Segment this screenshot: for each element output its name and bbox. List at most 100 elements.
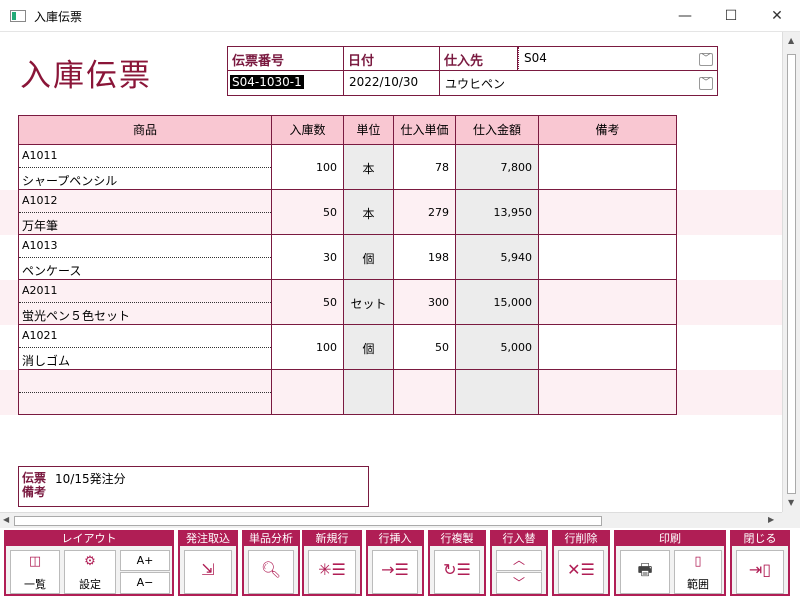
copy-row-icon: ↻☰ xyxy=(443,560,471,579)
amount-cell[interactable]: 13,950 xyxy=(456,190,539,235)
print-button[interactable]: 🖶 xyxy=(620,550,670,594)
new-row-button[interactable]: ✳☰ xyxy=(308,550,356,594)
table-row[interactable]: A1021 消しゴム 100 個 50 5,000 xyxy=(0,325,782,370)
minimize-button[interactable]: — xyxy=(662,0,708,32)
qty-cell[interactable]: 50 xyxy=(272,190,344,235)
price-cell[interactable]: 78 xyxy=(394,145,456,190)
horizontal-scrollbar[interactable]: ◀ ▶ xyxy=(0,512,782,528)
note-cell[interactable] xyxy=(539,235,677,280)
supplier-label: 仕入先 xyxy=(444,54,484,69)
price-cell[interactable]: 279 xyxy=(394,190,456,235)
qty-cell[interactable]: 100 xyxy=(272,145,344,190)
item-cell[interactable]: A1021 消しゴム xyxy=(18,325,272,370)
move-row-down-button[interactable]: ﹀ xyxy=(496,572,542,594)
new-row-icon: ✳☰ xyxy=(318,560,346,579)
item-name: 消しゴム xyxy=(22,354,71,368)
list-button[interactable]: ◫ 一覧 xyxy=(10,550,60,594)
supplier-label-cell: 仕入先 xyxy=(440,47,518,71)
print-range-button[interactable]: ▯ 範囲 xyxy=(674,550,722,594)
col-header-amount: 仕入金額 xyxy=(456,115,539,145)
amount-cell[interactable] xyxy=(456,370,539,415)
supplier-code-field[interactable]: S04 ﹀ xyxy=(518,47,717,71)
qty-value: 50 xyxy=(323,296,337,309)
copy-row-group: 行複製 ↻☰ xyxy=(428,530,486,596)
chevron-down-icon[interactable]: ﹀ xyxy=(699,53,713,66)
scroll-down-icon[interactable]: ▼ xyxy=(788,498,794,507)
horizontal-scroll-thumb[interactable] xyxy=(14,516,602,526)
qty-cell[interactable]: 50 xyxy=(272,280,344,325)
order-import-title: 発注取込 xyxy=(180,532,236,546)
note-cell[interactable] xyxy=(539,145,677,190)
copy-row-button[interactable]: ↻☰ xyxy=(434,550,480,594)
font-up-label: A+ xyxy=(136,554,154,567)
close-form-button[interactable]: ⇥▯ xyxy=(736,550,784,594)
settings-button[interactable]: ⚙ 設定 xyxy=(64,550,116,594)
print-range-label: 範囲 xyxy=(687,578,709,591)
divider xyxy=(19,167,271,168)
price-cell[interactable]: 50 xyxy=(394,325,456,370)
scroll-left-icon[interactable]: ◀ xyxy=(3,515,9,524)
table-row[interactable]: A1011 シャープペンシル 100 本 78 7,800 xyxy=(0,145,782,190)
insert-row-button[interactable]: →☰ xyxy=(372,550,418,594)
qty-cell[interactable] xyxy=(272,370,344,415)
table-row[interactable]: A1012 万年筆 50 本 279 13,950 xyxy=(0,190,782,235)
chevron-down-icon[interactable]: ﹀ xyxy=(699,77,713,90)
amount-cell[interactable]: 7,800 xyxy=(456,145,539,190)
table-row[interactable] xyxy=(0,370,782,415)
new-row-title: 新規行 xyxy=(304,532,360,546)
gear-icon: ⚙ xyxy=(84,554,96,569)
close-button[interactable]: ✕ xyxy=(754,0,800,32)
item-analysis-button[interactable]: 🔍︎ xyxy=(248,550,294,594)
col-header-item: 商品 xyxy=(18,115,272,145)
order-import-button[interactable]: ⇲ xyxy=(184,550,232,594)
move-row-up-button[interactable]: ︿ xyxy=(496,550,542,571)
amount-cell[interactable]: 5,940 xyxy=(456,235,539,280)
layout-group-title: レイアウト xyxy=(6,532,172,546)
slip-no-field[interactable]: S04-1030-1 xyxy=(228,71,344,96)
unit-cell[interactable]: 本 xyxy=(344,145,394,190)
unit-cell[interactable] xyxy=(344,370,394,415)
maximize-button[interactable]: ☐ xyxy=(708,0,754,32)
date-field[interactable]: 2022/10/30 xyxy=(344,71,440,96)
delete-row-button[interactable]: ✕☰ xyxy=(558,550,604,594)
note-cell[interactable] xyxy=(539,190,677,235)
price-cell[interactable]: 198 xyxy=(394,235,456,280)
vertical-scroll-thumb[interactable] xyxy=(787,54,796,494)
unit-value: 個 xyxy=(362,342,375,356)
amount-cell[interactable]: 5,000 xyxy=(456,325,539,370)
qty-cell[interactable]: 100 xyxy=(272,325,344,370)
divider xyxy=(19,347,271,348)
divider xyxy=(19,212,271,213)
price-cell[interactable]: 300 xyxy=(394,280,456,325)
note-cell[interactable] xyxy=(539,325,677,370)
qty-cell[interactable]: 30 xyxy=(272,235,344,280)
qty-value: 50 xyxy=(323,206,337,219)
item-cell[interactable]: A1012 万年筆 xyxy=(18,190,272,235)
item-cell[interactable]: A1013 ペンケース xyxy=(18,235,272,280)
scroll-right-icon[interactable]: ▶ xyxy=(768,515,774,524)
slip-no-value: S04-1030-1 xyxy=(230,75,304,89)
item-cell[interactable] xyxy=(18,370,272,415)
supplier-name-field[interactable]: ユウヒペン ﹀ xyxy=(440,71,717,96)
amount-cell[interactable]: 15,000 xyxy=(456,280,539,325)
note-cell[interactable] xyxy=(539,280,677,325)
scroll-up-icon[interactable]: ▲ xyxy=(788,36,794,45)
unit-cell[interactable]: セット xyxy=(344,280,394,325)
font-down-label: A− xyxy=(136,576,154,589)
font-up-button[interactable]: A+ xyxy=(120,550,170,571)
unit-cell[interactable]: 本 xyxy=(344,190,394,235)
col-header-note: 備考 xyxy=(539,115,677,145)
vertical-scrollbar[interactable]: ▲ ▼ xyxy=(782,32,800,512)
unit-cell[interactable]: 個 xyxy=(344,235,394,280)
price-cell[interactable] xyxy=(394,370,456,415)
memo-box[interactable]: 伝票 備考 10/15発注分 xyxy=(18,466,369,507)
item-code: A2011 xyxy=(22,284,58,297)
item-cell[interactable]: A1011 シャープペンシル xyxy=(18,145,272,190)
table-row[interactable]: A2011 蛍光ペン５色セット 50 セット 300 15,000 xyxy=(0,280,782,325)
unit-cell[interactable]: 個 xyxy=(344,325,394,370)
delete-row-icon: ✕☰ xyxy=(567,560,595,579)
item-cell[interactable]: A2011 蛍光ペン５色セット xyxy=(18,280,272,325)
note-cell[interactable] xyxy=(539,370,677,415)
table-row[interactable]: A1013 ペンケース 30 個 198 5,940 xyxy=(0,235,782,280)
font-down-button[interactable]: A− xyxy=(120,572,170,594)
